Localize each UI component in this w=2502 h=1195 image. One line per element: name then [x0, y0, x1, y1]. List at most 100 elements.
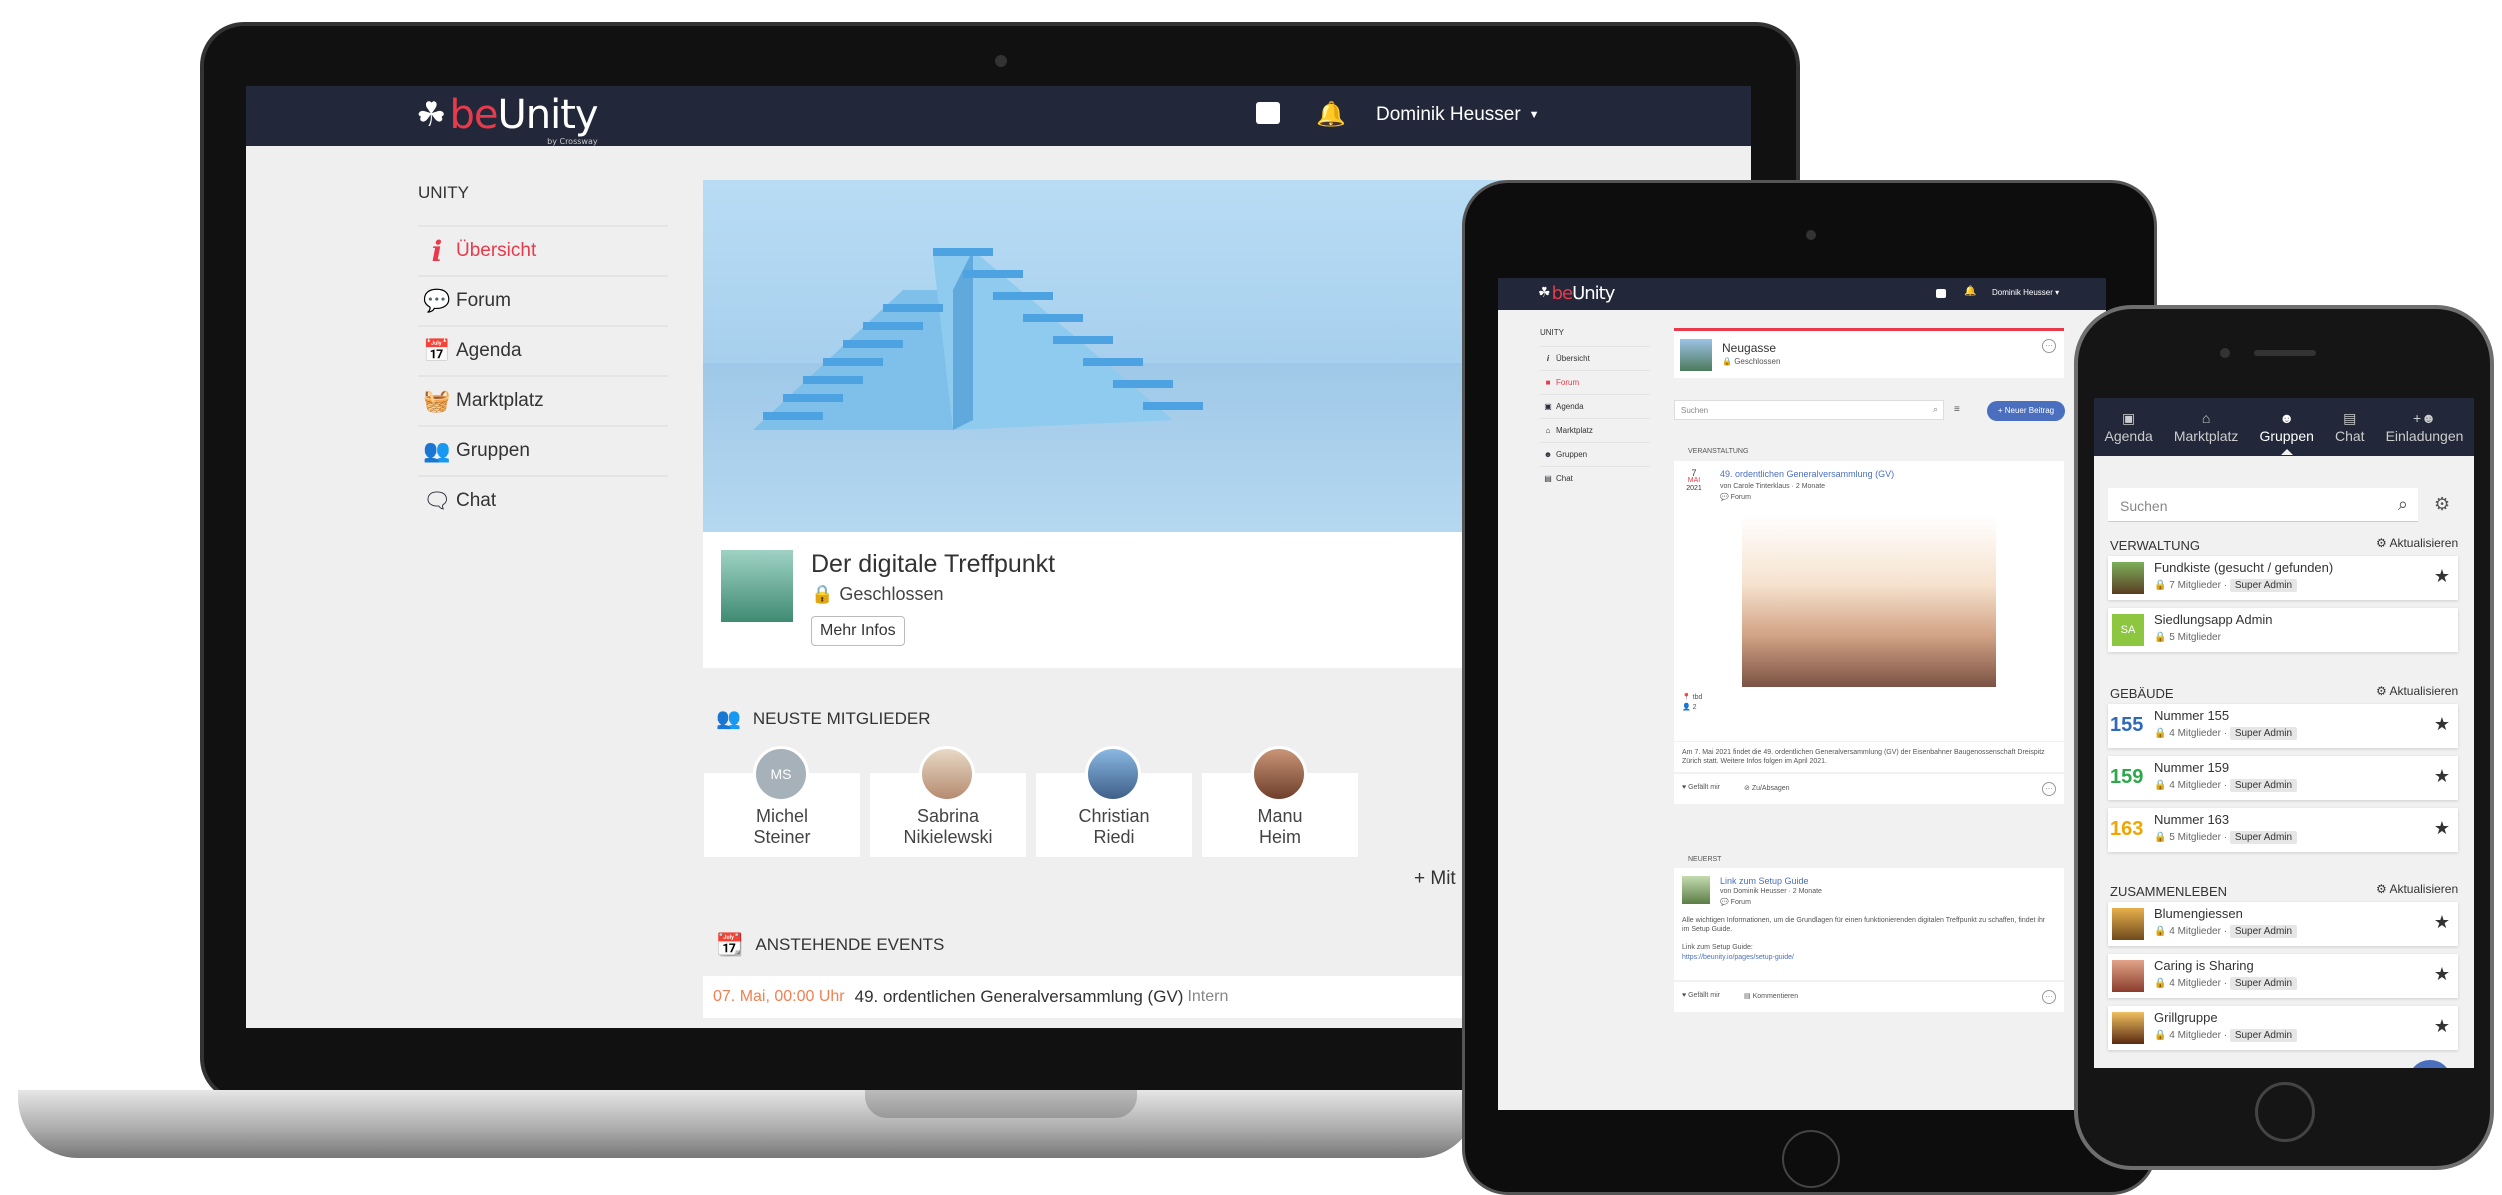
- group-thumb: [2112, 960, 2144, 992]
- group-meta: 🔒 4 Mitglieder · Super Admin: [2154, 977, 2298, 990]
- refresh-button[interactable]: ⚙ Aktualisieren: [2376, 684, 2458, 698]
- post-category: VERANSTALTUNG: [1688, 448, 1749, 455]
- member-name: Christian Riedi: [1078, 806, 1150, 847]
- sidebar-nav: i Übersicht ■ Forum ▣ Agenda ⌂ Marktplatz ☻ G…: [1540, 346, 1650, 490]
- tab-einladungen[interactable]: +☻ Einladungen: [2386, 409, 2464, 445]
- list-item[interactable]: 155 Nummer 155 🔒 4 Mitglieder · Super Ad…: [2108, 704, 2458, 748]
- like-button[interactable]: ♥ Gefällt mir: [1682, 992, 1720, 999]
- user-menu[interactable]: Dominik Heusser ▼: [1376, 104, 1540, 126]
- tab-chat[interactable]: ▤ Chat: [2335, 409, 2365, 445]
- post-title[interactable]: 49. ordentlichen Generalversammlung (GV): [1720, 469, 1894, 479]
- group-name: Fundkiste (gesucht / gefunden): [2154, 560, 2334, 575]
- floating-action-button[interactable]: [2408, 1060, 2452, 1068]
- info-icon: i: [431, 234, 443, 268]
- sidebar-item-gruppen[interactable]: 👥 Gruppen: [418, 425, 668, 475]
- post-meta: von Dominik Heusser · 2 Monate: [1720, 888, 1822, 895]
- group-name: Neugasse: [1722, 341, 1777, 355]
- comment-button[interactable]: ▤ Kommentieren: [1744, 992, 1798, 1000]
- star-icon[interactable]: ★: [2434, 1016, 2450, 1037]
- phone-tabbar: ▣ Agenda ⌂ Marktplatz ☻ Gruppen ▤ Chat +☻ Ein…: [2094, 398, 2474, 456]
- laptop-base: [18, 1090, 1478, 1158]
- filter-icon[interactable]: ≡: [1954, 404, 1960, 415]
- search-input[interactable]: Suchen ⌕: [1674, 400, 1944, 420]
- groups-icon: ☻: [1543, 450, 1553, 459]
- sidebar-item-marktplatz[interactable]: ⌂ Marktplatz: [1540, 418, 1650, 442]
- search-input[interactable]: Suchen ⌕: [2108, 488, 2418, 522]
- rsvp-button[interactable]: ⊘ Zu/Absagen: [1744, 784, 1790, 792]
- sidebar-item-forum[interactable]: ■ Forum: [1540, 370, 1650, 394]
- tab-marktplatz[interactable]: ⌂ Marktplatz: [2174, 409, 2239, 445]
- chat-icon[interactable]: [1936, 289, 1946, 298]
- laptop-topbar: ☘ be Unity by Crossway 🔔 Dominik Heusser …: [246, 86, 1751, 146]
- more-info-button[interactable]: Mehr Infos: [811, 616, 905, 646]
- bell-icon[interactable]: 🔔: [1964, 286, 1976, 297]
- forum-icon: 💬: [423, 288, 451, 313]
- logo-icon: ☘: [416, 95, 447, 135]
- group-info-card: Der digitale Treffpunkt 🔒 Geschlossen Me…: [703, 532, 1503, 668]
- post-title[interactable]: Link zum Setup Guide: [1720, 876, 1809, 886]
- brand-logo[interactable]: ☘ be Unity by Crossway: [416, 92, 599, 146]
- star-icon[interactable]: ★: [2434, 912, 2450, 933]
- group-title: Der digitale Treffpunkt: [811, 550, 1056, 578]
- more-options-icon[interactable]: ···: [2042, 990, 2056, 1004]
- sidebar-item-chat[interactable]: 🗨 Chat: [418, 475, 668, 525]
- chat-icon[interactable]: [1256, 102, 1280, 124]
- star-icon[interactable]: ★: [2434, 766, 2450, 787]
- more-options-icon[interactable]: ···: [2042, 339, 2056, 353]
- list-item[interactable]: Grillgruppe 🔒 4 Mitglieder · Super Admin…: [2108, 1006, 2458, 1050]
- group-meta: 🔒 5 Mitglieder · Super Admin: [2154, 831, 2298, 844]
- star-icon[interactable]: ★: [2434, 566, 2450, 587]
- tablet-topbar: ☘ be Unity 🔔 Dominik Heusser ▾: [1498, 278, 2106, 310]
- sidebar-item-marktplatz[interactable]: 🧺 Marktplatz: [418, 375, 668, 425]
- bell-icon[interactable]: 🔔: [1316, 100, 1346, 129]
- event-row[interactable]: 07. Mai, 00:00 Uhr 49. ordentlichen Gene…: [703, 976, 1503, 1018]
- avatar: [1251, 746, 1307, 802]
- members-heading: 👥 NEUSTE MITGLIEDER: [716, 708, 931, 730]
- search-icon: ⌕: [1932, 404, 1938, 414]
- sidebar-item-agenda[interactable]: ▣ Agenda: [1540, 394, 1650, 418]
- group-name: Blumengiessen: [2154, 906, 2243, 921]
- tablet-home-button[interactable]: [1782, 1130, 1840, 1188]
- sidebar-item-forum[interactable]: 💬 Forum: [418, 275, 668, 325]
- list-item[interactable]: 163 Nummer 163 🔒 5 Mitglieder · Super Ad…: [2108, 808, 2458, 852]
- post-link[interactable]: https://beunity.io/pages/setup-guide/: [1682, 954, 1794, 961]
- laptop-camera: [995, 55, 1007, 67]
- tab-gruppen[interactable]: ☻ Gruppen: [2259, 409, 2314, 455]
- groups-icon: 👥: [423, 438, 451, 463]
- list-item[interactable]: 159 Nummer 159 🔒 4 Mitglieder · Super Ad…: [2108, 756, 2458, 800]
- invite-icon: +☻: [2413, 410, 2436, 426]
- member-name: Manu Heim: [1257, 806, 1303, 847]
- sidebar-item-gruppen[interactable]: ☻ Gruppen: [1540, 442, 1650, 466]
- post-text: Am 7. Mai 2021 findet die 49. ordentlich…: [1682, 749, 2045, 765]
- avatar: MS: [753, 746, 809, 802]
- list-item[interactable]: Caring is Sharing 🔒 4 Mitglieder · Super…: [2108, 954, 2458, 998]
- post-image: [1742, 515, 1996, 687]
- star-icon[interactable]: ★: [2434, 714, 2450, 735]
- event-title: 49. ordentlichen Generalversammlung (GV): [854, 987, 1184, 1006]
- star-icon[interactable]: ★: [2434, 818, 2450, 839]
- new-post-button[interactable]: + Neuer Beitrag: [1987, 401, 2065, 421]
- sidebar-item-chat[interactable]: ▤ Chat: [1540, 466, 1650, 490]
- like-button[interactable]: ♥ Gefällt mir: [1682, 784, 1720, 791]
- phone-home-button[interactable]: [2255, 1082, 2315, 1142]
- sidebar-title: UNITY: [1540, 328, 1564, 337]
- filter-settings-icon[interactable]: ⚙: [2434, 494, 2450, 515]
- sidebar-item-uebersicht[interactable]: i Übersicht: [1540, 346, 1650, 370]
- sidebar-item-agenda[interactable]: 📅 Agenda: [418, 325, 668, 375]
- brand-logo[interactable]: ☘ be Unity: [1538, 282, 1615, 304]
- refresh-button[interactable]: ⚙ Aktualisieren: [2376, 536, 2458, 550]
- tab-agenda[interactable]: ▣ Agenda: [2105, 409, 2153, 445]
- group-banner-image: [703, 180, 1503, 532]
- refresh-button[interactable]: ⚙ Aktualisieren: [2376, 882, 2458, 896]
- tablet-screen: ☘ be Unity 🔔 Dominik Heusser ▾ UNITY i Übe…: [1498, 278, 2106, 1110]
- user-menu[interactable]: Dominik Heusser ▾: [1992, 288, 2059, 297]
- more-members-link[interactable]: + Mit: [1414, 868, 1456, 890]
- more-options-icon[interactable]: ···: [2042, 782, 2056, 796]
- sidebar-item-uebersicht[interactable]: i Übersicht: [418, 225, 668, 275]
- tablet-camera: [1806, 230, 1816, 240]
- star-icon[interactable]: ★: [2434, 964, 2450, 985]
- list-item[interactable]: Fundkiste (gesucht / gefunden) 🔒 7 Mitgl…: [2108, 556, 2458, 600]
- list-item[interactable]: Blumengiessen 🔒 4 Mitglieder · Super Adm…: [2108, 902, 2458, 946]
- group-header: Neugasse 🔒 Geschlossen ···: [1674, 328, 2064, 378]
- list-item[interactable]: SA Siedlungsapp Admin 🔒 5 Mitglieder: [2108, 608, 2458, 652]
